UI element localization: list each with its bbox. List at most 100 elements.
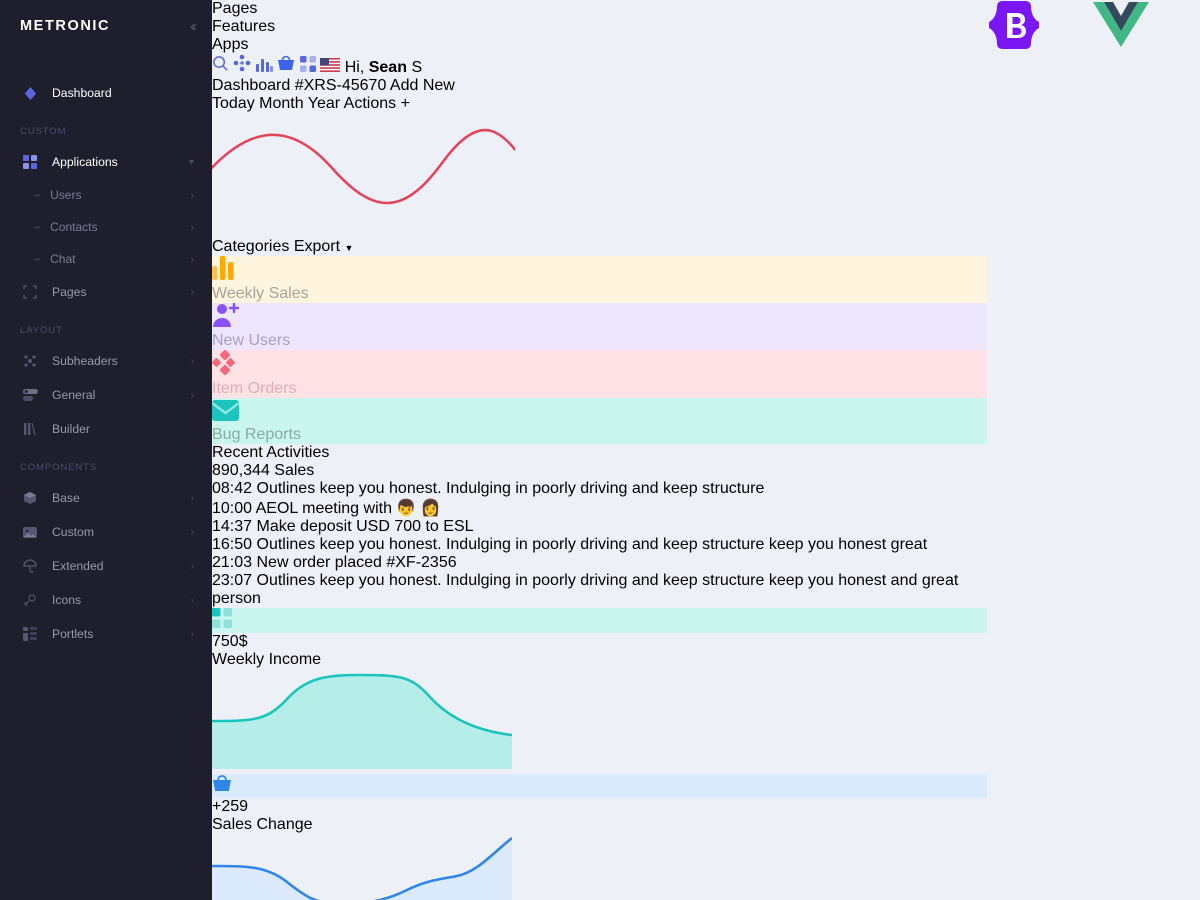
topbar-actions: Hi, Sean S <box>212 54 987 77</box>
avatar[interactable]: S <box>411 59 422 76</box>
cart-icon[interactable] <box>277 55 299 76</box>
dash-bullet-icon: – <box>34 189 41 201</box>
chevron-right-icon: › <box>190 221 194 233</box>
chevron-double-left-icon[interactable]: ‹‹ <box>190 18 197 35</box>
timeline-text: Outlines keep you honest. Indulging in p… <box>256 536 928 553</box>
chevron-right-icon: › <box>190 526 194 538</box>
sidebar-item-base[interactable]: Base › <box>0 481 212 515</box>
brand-header: METRONIC ‹‹ <box>0 0 212 52</box>
tile-label: Weekly Sales <box>212 285 309 302</box>
timeline-text: New order placed <box>256 554 387 571</box>
user-greeting: Hi, Sean <box>345 59 412 76</box>
us-flag-icon[interactable] <box>320 58 344 76</box>
sidebar-item-extended[interactable]: Extended › <box>0 549 212 583</box>
tile-weekly-sales[interactable]: Weekly Sales <box>212 256 987 303</box>
export-label: Export <box>293 238 341 255</box>
user-name: Sean <box>368 59 407 76</box>
tab-features[interactable]: Features <box>212 18 987 36</box>
wave-decoration <box>206 128 523 205</box>
weekly-income-chart <box>211 673 513 769</box>
sidebar-item-label: Extended <box>52 559 104 573</box>
envelope-icon <box>211 398 987 426</box>
subheader-filters: Today Month Year Actions + <box>212 95 987 113</box>
plus-icon[interactable]: + <box>401 95 410 112</box>
sidebar-item-icons[interactable]: Icons › <box>0 583 212 617</box>
chevron-right-icon: › <box>190 594 194 606</box>
sidebar-item-custom[interactable]: Custom › <box>0 515 212 549</box>
dashboard-content: Categories Export ▼ Weekly Sales New Use… <box>206 113 987 900</box>
sidebar-item-portlets[interactable]: Portlets › <box>0 617 212 651</box>
sidebar-item-label: Builder <box>52 422 90 436</box>
export-button[interactable]: Export ▼ <box>294 238 354 255</box>
sidebar-item-label: Chat <box>50 252 76 266</box>
filter-month[interactable]: Month <box>259 95 303 112</box>
sidebar-item-dashboard[interactable]: Dashboard <box>0 76 212 110</box>
filter-year[interactable]: Year <box>308 95 340 112</box>
timeline-time: 08:42 <box>212 480 253 497</box>
stat-value: 750$ <box>212 633 248 650</box>
woman-avatar: 👩 <box>420 500 441 517</box>
stat-cards: 750$ Weekly Income +259 Sales Change <box>211 608 987 900</box>
sidebar-section-layout: Layout <box>20 325 63 336</box>
timeline-time: 16:50 <box>212 536 253 553</box>
sidebar-item-chat[interactable]: – Chat › <box>0 243 212 275</box>
tile-item-orders[interactable]: Item Orders <box>212 350 987 398</box>
tile-bug-reports[interactable]: Bug Reports <box>211 398 987 444</box>
tile-new-users[interactable]: New Users <box>212 302 987 350</box>
categories-tiles: Weekly Sales New Users Item Orders Bug R… <box>211 256 987 444</box>
sidebar: METRONIC ‹‹ Dashboard Custom <box>0 0 212 900</box>
chevron-right-icon: › <box>190 628 194 640</box>
timeline-text-after: to ESL <box>421 518 474 535</box>
timeline-time: 10:00 <box>212 500 253 517</box>
reference-id: #XRS-45670 <box>294 77 387 94</box>
categories-title: Categories <box>212 238 290 255</box>
sidebar-item-builder[interactable]: Builder <box>0 412 212 446</box>
sidebar-item-pages[interactable]: Pages › <box>0 275 212 309</box>
apps-grid-icon[interactable] <box>299 56 320 76</box>
tile-label: New Users <box>212 332 291 349</box>
chart-icon[interactable] <box>255 59 277 76</box>
squares-icon <box>212 608 987 633</box>
stat-label: Weekly Income <box>212 651 322 668</box>
sidebar-item-applications[interactable]: Applications ▾ <box>0 145 212 179</box>
chevron-right-icon: › <box>190 286 194 298</box>
frame-icon <box>20 283 40 301</box>
vue-logo <box>1093 2 1150 47</box>
timeline-accent: #XF-2356 <box>386 554 457 571</box>
timeline-text-wrap: Make deposit USD 700 to ESL <box>257 518 474 535</box>
sidebar-item-users[interactable]: – Users › <box>0 179 212 211</box>
tile-label: Bug Reports <box>212 426 301 443</box>
vue-logo-card[interactable] <box>1093 0 1200 100</box>
sidebar-item-contacts[interactable]: – Contacts › <box>0 211 212 243</box>
timeline-text-wrap: AEOL meeting with 👦 👩 <box>256 500 441 517</box>
chevron-down-icon: ▾ <box>188 156 194 168</box>
timeline-item: 10:00 AEOL meeting with 👦 👩 <box>212 498 987 518</box>
timeline-item: 21:03 New order placed #XF-2356 <box>212 554 987 572</box>
timeline-text: Make deposit <box>256 518 357 535</box>
weekly-income-card: 750$ Weekly Income <box>211 608 987 774</box>
timeline-item: 23:07 Outlines keep you honest. Indulgin… <box>212 572 987 608</box>
dashboard-row-1: Categories Export ▼ Weekly Sales New Use… <box>206 113 987 900</box>
sidebar-item-label: Applications <box>52 155 118 169</box>
stat-label: Sales Change <box>212 816 313 833</box>
tab-apps[interactable]: Apps <box>212 36 987 54</box>
search-icon[interactable] <box>212 56 233 76</box>
add-new-button[interactable]: Add New <box>390 77 455 94</box>
page-title: Dashboard <box>212 77 291 94</box>
sidebar-item-subheaders[interactable]: Subheaders › <box>0 344 212 378</box>
sidebar-item-general[interactable]: General › <box>0 378 212 412</box>
subheader-bar: Dashboard #XRS-45670 Add New Today Month… <box>212 77 987 113</box>
timeline-accent: USD 700 <box>356 518 422 535</box>
filter-today[interactable]: Today <box>212 95 255 112</box>
bootstrap-logo-card[interactable] <box>987 0 1094 100</box>
sidebar-item-label: Pages <box>52 285 87 299</box>
chevron-down-icon: ▼ <box>344 243 354 253</box>
categories-header: Categories Export ▼ <box>212 238 987 256</box>
notification-icon[interactable] <box>233 54 255 76</box>
chevron-right-icon: › <box>190 389 194 401</box>
tab-pages[interactable]: Pages <box>212 0 987 18</box>
recent-activities-card: Recent Activities 890,344 Sales 08:42 Ou… <box>212 444 987 608</box>
image-icon <box>20 523 40 541</box>
timeline-text-wrap: New order placed #XF-2356 <box>257 554 457 571</box>
actions-button[interactable]: Actions <box>344 95 396 112</box>
